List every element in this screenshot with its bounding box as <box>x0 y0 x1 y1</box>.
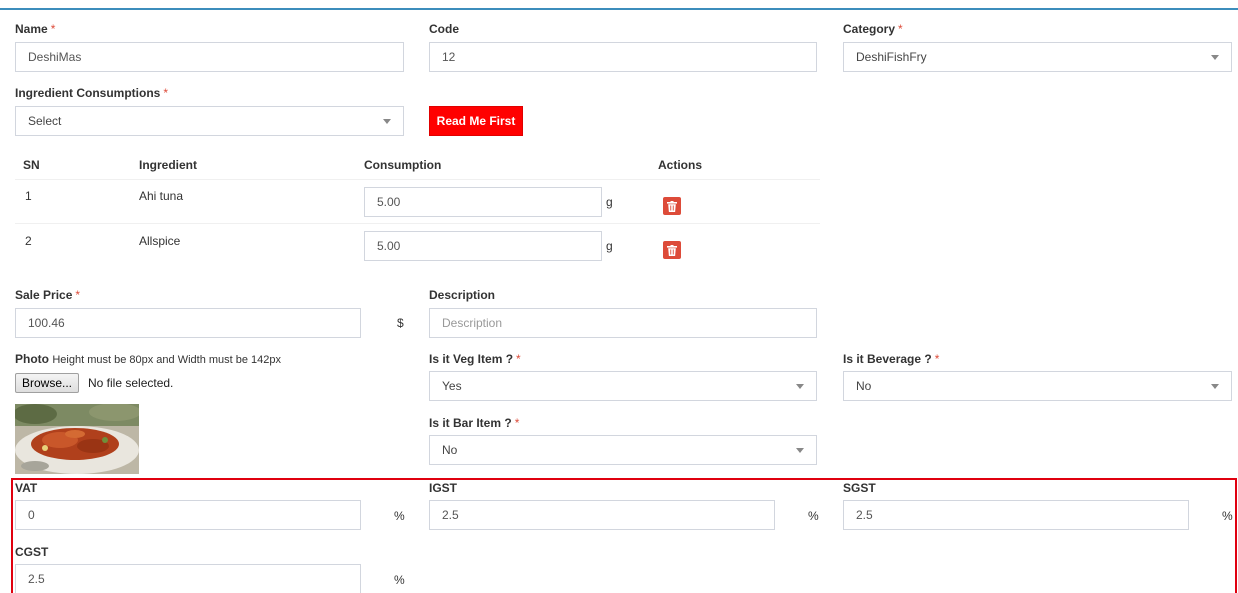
row-1-sn: 1 <box>25 189 32 203</box>
chevron-down-icon <box>796 383 804 389</box>
name-label: Name * <box>15 22 56 36</box>
table-header-consumption: Consumption <box>364 158 442 172</box>
code-input[interactable]: 12 <box>429 42 817 72</box>
description-input[interactable]: Description <box>429 308 817 338</box>
table-header-sn: SN <box>23 158 40 172</box>
top-border <box>0 8 1238 10</box>
row-2-unit: g <box>606 239 613 253</box>
cgst-label: CGST <box>15 545 49 559</box>
row-1-ingredient: Ahi tuna <box>139 189 184 203</box>
category-select[interactable]: DeshiFishFry <box>843 42 1232 72</box>
igst-unit: % <box>808 509 819 523</box>
read-me-first-button[interactable]: Read Me First <box>429 106 523 136</box>
table-header-ingredient: Ingredient <box>139 158 198 172</box>
sale-price-label: Sale Price * <box>15 288 81 302</box>
chevron-down-icon <box>1211 383 1219 389</box>
row-2-delete-button[interactable] <box>663 241 681 259</box>
table-divider <box>15 223 820 224</box>
description-label: Description <box>429 288 496 302</box>
row-1-delete-button[interactable] <box>663 197 681 215</box>
row-1-consumption-input[interactable]: 5.00 <box>364 187 602 217</box>
is-beverage-label: Is it Beverage ? * <box>843 352 940 366</box>
chevron-down-icon <box>383 118 391 124</box>
file-status: No file selected. <box>88 376 174 390</box>
vat-input[interactable]: 0 <box>15 500 361 530</box>
trash-icon <box>667 244 677 256</box>
ingredient-consumptions-label: Ingredient Consumptions * <box>15 86 169 100</box>
row-2-consumption-input[interactable]: 5.00 <box>364 231 602 261</box>
dish-photo <box>15 404 139 474</box>
cgst-input[interactable]: 2.5 <box>15 564 361 593</box>
photo-label: Photo Height must be 80px and Width must… <box>15 352 282 366</box>
vat-unit: % <box>394 509 405 523</box>
row-1-unit: g <box>606 195 613 209</box>
sgst-unit: % <box>1222 509 1233 523</box>
is-bar-label: Is it Bar Item ? * <box>429 416 520 430</box>
vat-label: VAT <box>15 481 38 495</box>
category-label: Category * <box>843 22 903 36</box>
code-label: Code <box>429 22 459 36</box>
ingredient-select[interactable]: Select <box>15 106 404 136</box>
trash-icon <box>667 200 677 212</box>
is-bar-select[interactable]: No <box>429 435 817 465</box>
chevron-down-icon <box>1211 54 1219 60</box>
sgst-input[interactable]: 2.5 <box>843 500 1189 530</box>
food-image <box>15 404 139 474</box>
sale-price-input[interactable]: 100.46 <box>15 308 361 338</box>
browse-button[interactable]: Browse... <box>15 373 80 393</box>
row-2-ingredient: Allspice <box>139 234 181 248</box>
row-2-sn: 2 <box>25 234 32 248</box>
table-header-actions: Actions <box>658 158 703 172</box>
is-veg-select[interactable]: Yes <box>429 371 817 401</box>
sgst-label: SGST <box>843 481 876 495</box>
igst-label: IGST <box>429 481 458 495</box>
chevron-down-icon <box>796 447 804 453</box>
table-divider <box>15 179 820 180</box>
cgst-unit: % <box>394 573 405 587</box>
currency-unit: $ <box>397 316 404 330</box>
photo-hint: Height must be 80px and Width must be 14… <box>52 354 282 366</box>
is-veg-label: Is it Veg Item ? * <box>429 352 521 366</box>
is-beverage-select[interactable]: No <box>843 371 1232 401</box>
name-input[interactable]: DeshiMas <box>15 42 404 72</box>
igst-input[interactable]: 2.5 <box>429 500 775 530</box>
